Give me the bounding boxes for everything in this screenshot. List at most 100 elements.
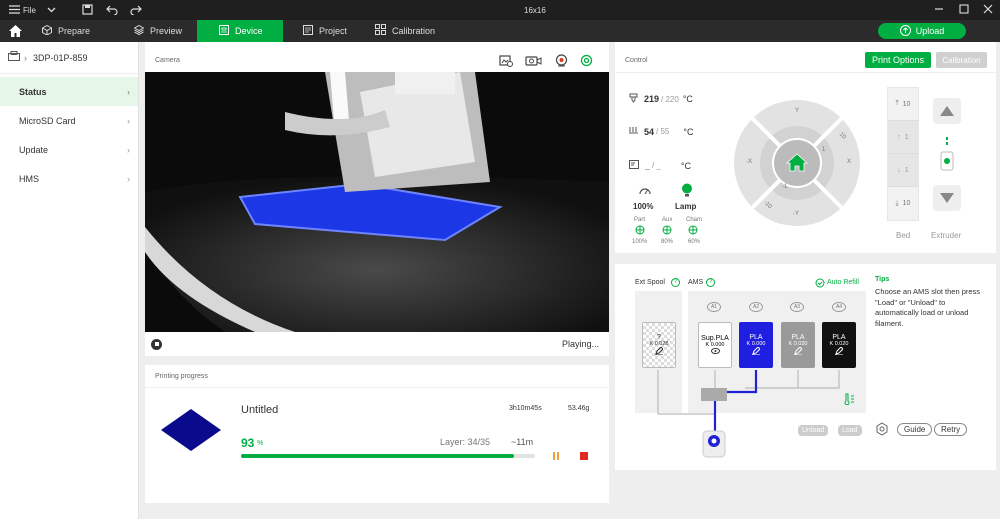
cube-icon bbox=[42, 24, 52, 38]
jog-pad[interactable] bbox=[733, 99, 861, 227]
record-video-icon[interactable] bbox=[525, 54, 543, 69]
chevron-right-icon: › bbox=[127, 144, 130, 155]
ams-settings-icon[interactable] bbox=[875, 422, 889, 438]
progress-bar bbox=[241, 454, 535, 458]
tab-device-label: Device bbox=[235, 26, 263, 36]
bed-move-group: ⤒ 10 ↑ 1 ↓ 1 ⤓ 10 bbox=[887, 87, 919, 221]
tab-preview-label: Preview bbox=[150, 26, 183, 36]
tips-text: Choose an AMS slot then press "Load" or … bbox=[875, 287, 981, 328]
device-selector[interactable]: › 3DP-01P-859 bbox=[0, 42, 138, 102]
speed-gauge-icon[interactable] bbox=[639, 185, 651, 197]
save-icon[interactable] bbox=[82, 4, 93, 17]
hamburger-menu-icon[interactable] bbox=[9, 4, 20, 15]
progress-title: Printing progress bbox=[155, 373, 208, 380]
bed-current: 54 bbox=[644, 126, 655, 137]
bed-up-1-button[interactable]: ↑ 1 bbox=[888, 121, 918, 154]
snapshot-icon[interactable] bbox=[499, 54, 513, 69]
camera-settings-icon[interactable] bbox=[580, 54, 593, 69]
humidity-icon[interactable] bbox=[843, 393, 855, 407]
sidebar-item-status[interactable]: Status › bbox=[0, 77, 138, 106]
lamp-icon[interactable] bbox=[681, 183, 693, 199]
unload-button[interactable]: Unload bbox=[798, 425, 829, 436]
print-options-button[interactable]: Print Options bbox=[865, 52, 931, 68]
webcam-icon[interactable] bbox=[555, 54, 568, 69]
sidebar-item-label: MicroSD Card bbox=[19, 115, 76, 126]
fan-part-icon[interactable] bbox=[635, 225, 645, 237]
home-icon[interactable] bbox=[0, 20, 30, 42]
guide-button[interactable]: Guide bbox=[897, 423, 933, 436]
close-icon[interactable] bbox=[983, 4, 993, 16]
retry-button[interactable]: Retry bbox=[934, 423, 968, 436]
bed-step-label: 10 bbox=[902, 200, 911, 207]
tab-calibration[interactable]: Calibration bbox=[363, 20, 463, 42]
filament-weight: 53.46g bbox=[568, 405, 590, 412]
tab-calibration-label: Calibration bbox=[392, 26, 436, 36]
arrow-up-icon: ↑ bbox=[897, 133, 901, 141]
layers-icon bbox=[133, 24, 145, 38]
jog-y-down-label: -Y bbox=[793, 211, 799, 217]
extrude-up-button[interactable] bbox=[933, 98, 961, 124]
pause-icon[interactable] bbox=[551, 451, 561, 463]
progress-percent-unit: % bbox=[257, 440, 264, 447]
chamber-temp[interactable]: _ / _ °C bbox=[629, 160, 691, 171]
extrude-down-button[interactable] bbox=[933, 185, 961, 211]
bed-temp[interactable]: 54 / 55 °C bbox=[629, 126, 693, 137]
jog-m1-label: -1 bbox=[782, 184, 788, 190]
chamber-icon bbox=[629, 160, 639, 171]
control-panel: Control Print Options Calibration 219 / … bbox=[615, 42, 996, 253]
fan-cham-icon[interactable] bbox=[688, 225, 698, 237]
tab-preview[interactable]: Preview bbox=[122, 20, 197, 42]
file-menu[interactable]: File bbox=[23, 6, 36, 15]
title-bar: File 16x16 bbox=[0, 0, 1000, 20]
maximize-icon[interactable] bbox=[959, 4, 969, 16]
device-name: 3DP-01P-859 bbox=[33, 52, 88, 63]
fan-aux-value: 80% bbox=[661, 239, 674, 245]
fan-aux-label: Aux bbox=[662, 217, 673, 223]
redo-icon[interactable] bbox=[130, 4, 142, 17]
device-icon bbox=[219, 24, 229, 38]
tab-prepare-label: Prepare bbox=[58, 26, 91, 36]
tab-device[interactable]: Device bbox=[197, 20, 283, 42]
chamber-current: _ bbox=[645, 160, 651, 171]
stop-print-icon[interactable] bbox=[579, 451, 589, 463]
nozzle-temp[interactable]: 219 / 220 °C bbox=[629, 93, 693, 105]
arrow-down-bar-icon: ⤓ bbox=[895, 199, 899, 207]
fan-part-label: Part bbox=[634, 217, 646, 223]
bed-heat-icon bbox=[629, 126, 638, 137]
stop-stream-button[interactable] bbox=[151, 338, 162, 350]
control-title: Control bbox=[625, 57, 648, 64]
tab-project[interactable]: Project bbox=[283, 20, 363, 42]
play-status: Playing... bbox=[561, 339, 599, 349]
jog-x-right-label: X bbox=[847, 159, 852, 165]
sidebar-item-label: Status bbox=[19, 86, 47, 97]
chevron-down-icon[interactable] bbox=[47, 5, 56, 16]
upload-button[interactable]: Upload bbox=[878, 23, 966, 39]
bed-down-10-button[interactable]: ⤓ 10 bbox=[888, 187, 918, 220]
tab-prepare[interactable]: Prepare bbox=[30, 20, 122, 42]
sidebar-item-microsd[interactable]: MicroSD Card › bbox=[0, 106, 138, 135]
calibration-button[interactable]: Calibration bbox=[936, 52, 987, 68]
load-button[interactable]: Load bbox=[838, 425, 862, 436]
extruder-icon bbox=[937, 137, 957, 179]
chevron-right-icon: › bbox=[127, 173, 130, 184]
sidebar-item-update[interactable]: Update › bbox=[0, 135, 138, 164]
bed-up-10-button[interactable]: ⤒ 10 bbox=[888, 88, 918, 121]
bed-label: Bed bbox=[896, 231, 911, 240]
sidebar-item-hms[interactable]: HMS › bbox=[0, 164, 138, 193]
upload-icon bbox=[899, 24, 911, 38]
undo-icon[interactable] bbox=[106, 4, 118, 17]
bed-step-label: 1 bbox=[904, 166, 909, 174]
ams-panel: Ext Spool ? AMS ? Auto Refill A1 A2 A3 A… bbox=[615, 264, 996, 470]
minimize-icon[interactable] bbox=[934, 4, 944, 16]
fan-aux-icon[interactable] bbox=[662, 225, 672, 237]
main-nav: Prepare Preview Device Project Calibrati… bbox=[0, 20, 1000, 42]
chevron-right-icon: › bbox=[24, 52, 27, 63]
remaining-time: ~11m bbox=[511, 437, 534, 447]
print-time: 3h10m45s bbox=[509, 405, 542, 412]
bed-down-1-button[interactable]: ↓ 1 bbox=[888, 154, 918, 187]
filament-path bbox=[657, 370, 840, 458]
arrow-down-icon: ↓ bbox=[897, 166, 901, 174]
tab-project-label: Project bbox=[319, 26, 348, 36]
progress-bar-fill bbox=[241, 454, 515, 458]
job-name: Untitled bbox=[241, 404, 279, 416]
